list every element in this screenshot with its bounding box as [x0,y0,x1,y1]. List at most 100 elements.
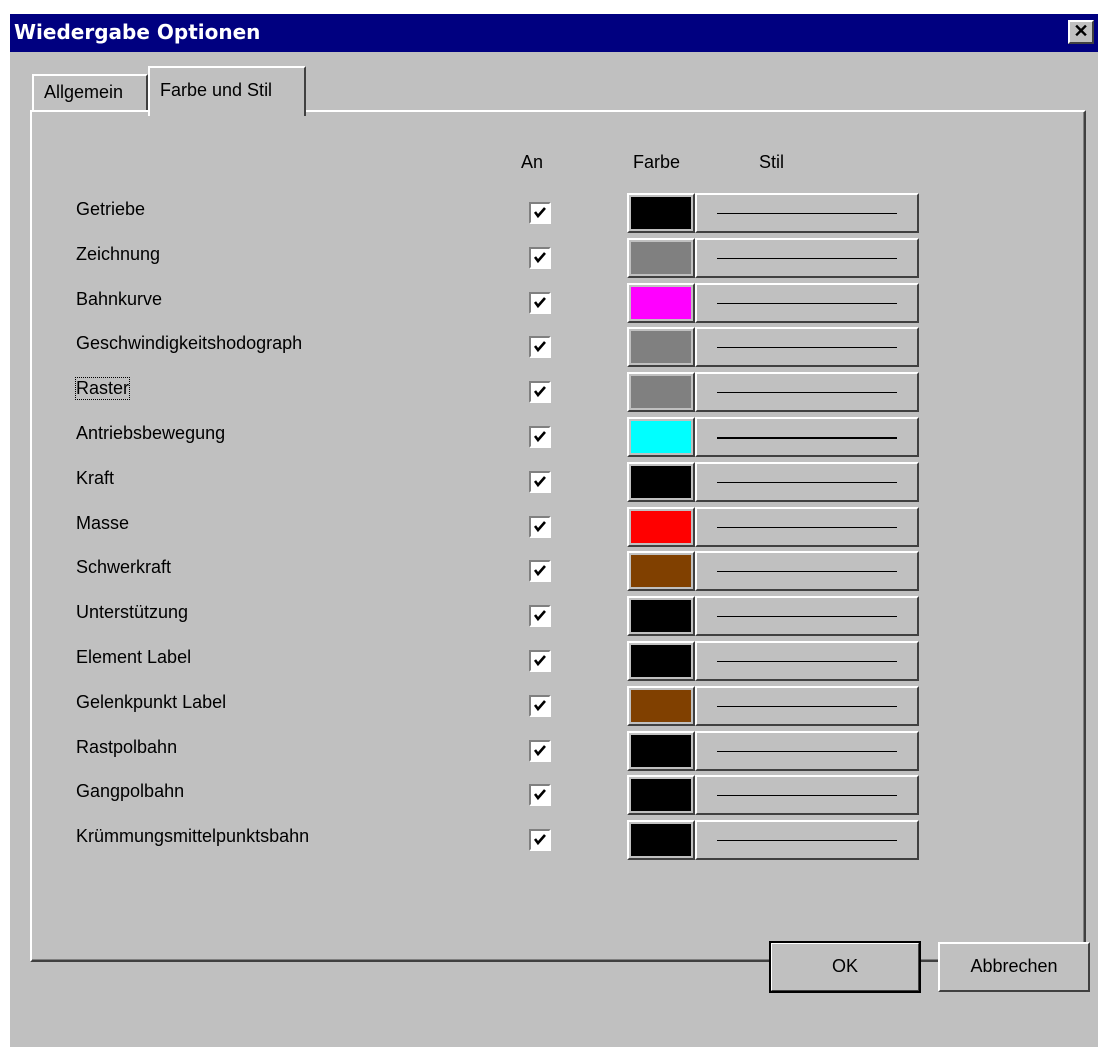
color-swatch [631,779,691,811]
style-button-unterstützung[interactable] [695,596,919,636]
style-button-raster[interactable] [695,372,919,412]
color-button-krümmungsmittelpunktsbahn[interactable] [627,820,695,860]
solid-line-icon [717,840,897,841]
solid-line-icon [717,258,897,259]
option-label-element-label: Element Label [76,647,192,667]
checkmark-icon [533,521,546,533]
color-button-unterstützung[interactable] [627,596,695,636]
color-swatch [631,287,691,319]
title-bar[interactable]: Wiedergabe Optionen ✕ [10,14,1098,52]
checkbox-geschwindigkeitshodograph[interactable] [529,336,551,358]
style-button-getriebe[interactable] [695,193,919,233]
color-button-raster[interactable] [627,372,695,412]
checkbox-gangpolbahn[interactable] [529,784,551,806]
style-button-geschwindigkeitshodograph[interactable] [695,327,919,367]
option-label-rastpolbahn: Rastpolbahn [76,737,178,757]
style-button-kraft[interactable] [695,462,919,502]
checkbox-unterstützung[interactable] [529,605,551,627]
tab-farbe-und-stil[interactable]: Farbe und Stil [148,66,306,116]
style-button-antriebsbewegung[interactable] [695,417,919,457]
checkmark-icon [533,610,546,622]
color-swatch [631,331,691,363]
color-button-geschwindigkeitshodograph[interactable] [627,327,695,367]
dialog-title: Wiedergabe Optionen [14,20,261,44]
style-button-gelenkpunkt-label[interactable] [695,686,919,726]
checkmark-icon [533,252,546,264]
color-swatch [631,735,691,767]
column-header-an: An [521,152,544,172]
tab-allgemein[interactable]: Allgemein [32,74,148,112]
style-button-bahnkurve[interactable] [695,283,919,323]
solid-line-icon [717,437,897,439]
option-label-krümmungsmittelpunktsbahn: Krümmungsmittelpunktsbahn [76,826,310,846]
checkmark-icon [533,745,546,757]
option-label-masse: Masse [76,513,130,533]
checkbox-bahnkurve[interactable] [529,292,551,314]
color-button-gelenkpunkt-label[interactable] [627,686,695,726]
checkbox-gelenkpunkt-label[interactable] [529,695,551,717]
style-button-zeichnung[interactable] [695,238,919,278]
ok-button[interactable]: OK [769,941,921,993]
checkbox-masse[interactable] [529,516,551,538]
style-button-schwerkraft[interactable] [695,551,919,591]
checkmark-icon [533,565,546,577]
solid-line-icon [717,706,897,707]
checkmark-icon [533,297,546,309]
column-header-stil: Stil [759,152,785,172]
color-button-getriebe[interactable] [627,193,695,233]
style-button-element-label[interactable] [695,641,919,681]
color-button-kraft[interactable] [627,462,695,502]
checkbox-schwerkraft[interactable] [529,560,551,582]
style-button-masse[interactable] [695,507,919,547]
style-button-krümmungsmittelpunktsbahn[interactable] [695,820,919,860]
checkbox-antriebsbewegung[interactable] [529,426,551,448]
color-swatch [631,555,691,587]
checkbox-kraft[interactable] [529,471,551,493]
option-label-bahnkurve: Bahnkurve [76,289,163,309]
solid-line-icon [717,347,897,348]
color-button-zeichnung[interactable] [627,238,695,278]
color-button-rastpolbahn[interactable] [627,731,695,771]
color-swatch [631,690,691,722]
color-button-schwerkraft[interactable] [627,551,695,591]
column-header-farbe: Farbe [633,152,681,172]
checkbox-getriebe[interactable] [529,202,551,224]
color-button-bahnkurve[interactable] [627,283,695,323]
checkmark-icon [533,834,546,846]
checkbox-element-label[interactable] [529,650,551,672]
checkmark-icon [533,476,546,488]
color-swatch [631,466,691,498]
color-swatch [631,242,691,274]
color-swatch [631,197,691,229]
solid-line-icon [717,527,897,528]
color-swatch [631,421,691,453]
close-button[interactable]: ✕ [1068,20,1094,44]
checkbox-raster[interactable] [529,381,551,403]
solid-line-icon [717,661,897,662]
color-swatch [631,376,691,408]
color-button-gangpolbahn[interactable] [627,775,695,815]
style-button-rastpolbahn[interactable] [695,731,919,771]
option-label-geschwindigkeitshodograph: Geschwindigkeitshodograph [76,333,303,353]
cancel-button[interactable]: Abbrechen [938,942,1090,992]
solid-line-icon [717,213,897,214]
checkbox-rastpolbahn[interactable] [529,740,551,762]
color-button-antriebsbewegung[interactable] [627,417,695,457]
color-button-masse[interactable] [627,507,695,547]
color-button-element-label[interactable] [627,641,695,681]
tab-farbe-und-stil-label: Farbe und Stil [160,80,273,100]
color-swatch [631,645,691,677]
color-swatch [631,600,691,632]
style-button-gangpolbahn[interactable] [695,775,919,815]
tab-allgemein-label: Allgemein [44,82,124,102]
checkbox-zeichnung[interactable] [529,247,551,269]
option-label-schwerkraft: Schwerkraft [76,557,172,577]
option-label-gangpolbahn: Gangpolbahn [76,781,185,801]
option-label-kraft: Kraft [76,468,115,488]
checkmark-icon [533,341,546,353]
solid-line-icon [717,751,897,752]
option-label-zeichnung: Zeichnung [76,244,161,264]
checkmark-icon [533,431,546,443]
solid-line-icon [717,616,897,617]
checkbox-krümmungsmittelpunktsbahn[interactable] [529,829,551,851]
